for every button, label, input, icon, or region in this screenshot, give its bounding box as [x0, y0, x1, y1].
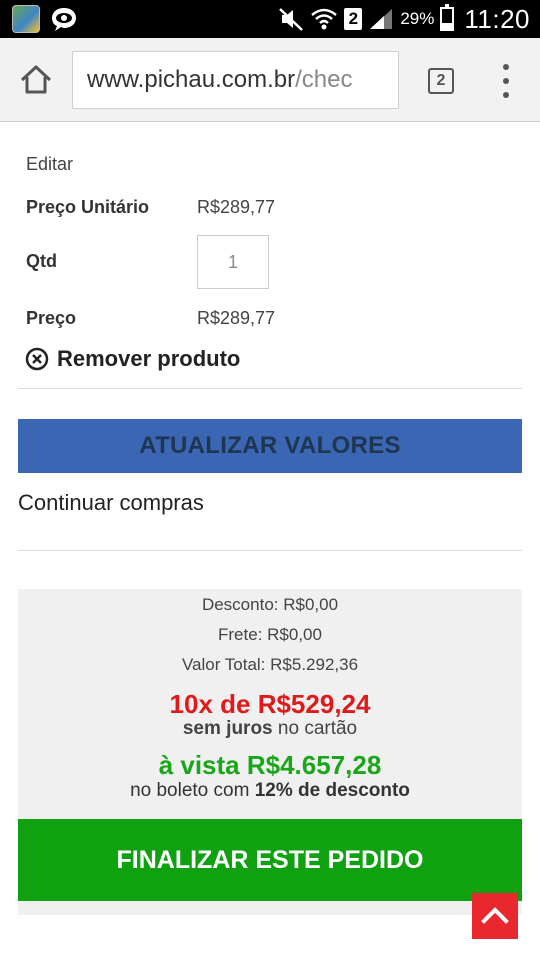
sim-badge: 2 — [344, 8, 363, 30]
divider — [18, 550, 522, 551]
scroll-to-top-button[interactable] — [472, 893, 518, 939]
url-path: /chec — [295, 66, 353, 93]
discount-line: Desconto: R$0,00 — [201, 595, 339, 614]
update-values-button[interactable]: ATUALIZAR VALORES — [18, 419, 522, 473]
wifi-icon — [311, 8, 338, 30]
clock: 11:20 — [464, 3, 530, 34]
divider — [18, 388, 522, 389]
finalize-order-button[interactable]: FINALIZAR ESTE PEDIDO — [18, 819, 522, 901]
continue-shopping-link[interactable]: Continuar compras — [18, 490, 204, 516]
total-line: Valor Total: R$5.292,36 — [181, 655, 359, 674]
home-icon[interactable] — [16, 60, 56, 100]
installments-price: 10x de R$529,24 — [169, 689, 371, 719]
chevron-up-icon — [481, 907, 509, 924]
tab-switcher-button[interactable]: 2 — [428, 68, 454, 94]
browser-toolbar: www.pichau.com.br/chec 2 — [0, 38, 540, 122]
quantity-label: Qtd — [26, 251, 57, 271]
installments-note-rest: no cartão — [272, 718, 358, 739]
price-label: Preço — [26, 308, 77, 328]
url-host: www.pichau.com.br — [87, 66, 296, 93]
signal-icon — [370, 9, 393, 29]
cash-price: à vista R$4.657,28 — [158, 750, 382, 780]
overflow-menu-icon[interactable] — [494, 64, 518, 98]
battery-level-fill — [442, 23, 453, 29]
installments-note-bold: sem juros — [182, 718, 273, 739]
cash-note: no boleto com 12% de desconto — [18, 780, 522, 802]
cash-note-bold: 12% de desconto — [254, 780, 410, 801]
battery-icon — [440, 4, 455, 31]
checkout-page: Editar Preço Unitário R$289,77 Qtd 1 Pre… — [0, 122, 540, 960]
summary-bottom — [18, 901, 522, 915]
remove-product-label: Remover produto — [57, 346, 241, 371]
url-bar[interactable]: www.pichau.com.br/chec — [72, 51, 399, 109]
remove-product-link[interactable]: Remover produto — [25, 346, 240, 372]
cash-note-prefix: no boleto com — [130, 780, 255, 801]
status-bar: 2 29% 11:20 — [0, 0, 540, 38]
edit-link[interactable]: Editar — [26, 154, 73, 175]
installments-note: sem juros no cartão — [18, 718, 522, 740]
price-value: R$289,77 — [197, 308, 276, 328]
unit-price-label: Preço Unitário — [26, 197, 150, 217]
quantity-input[interactable]: 1 — [197, 235, 269, 289]
mute-icon — [279, 8, 304, 31]
battery-percent: 29% — [400, 9, 435, 28]
game-app-notification-icon — [12, 5, 40, 33]
unit-price-value: R$289,77 — [197, 197, 276, 217]
shipping-line: Frete: R$0,00 — [218, 625, 322, 644]
chat-eye-notification-icon — [52, 8, 76, 31]
remove-circle-icon — [25, 347, 49, 371]
